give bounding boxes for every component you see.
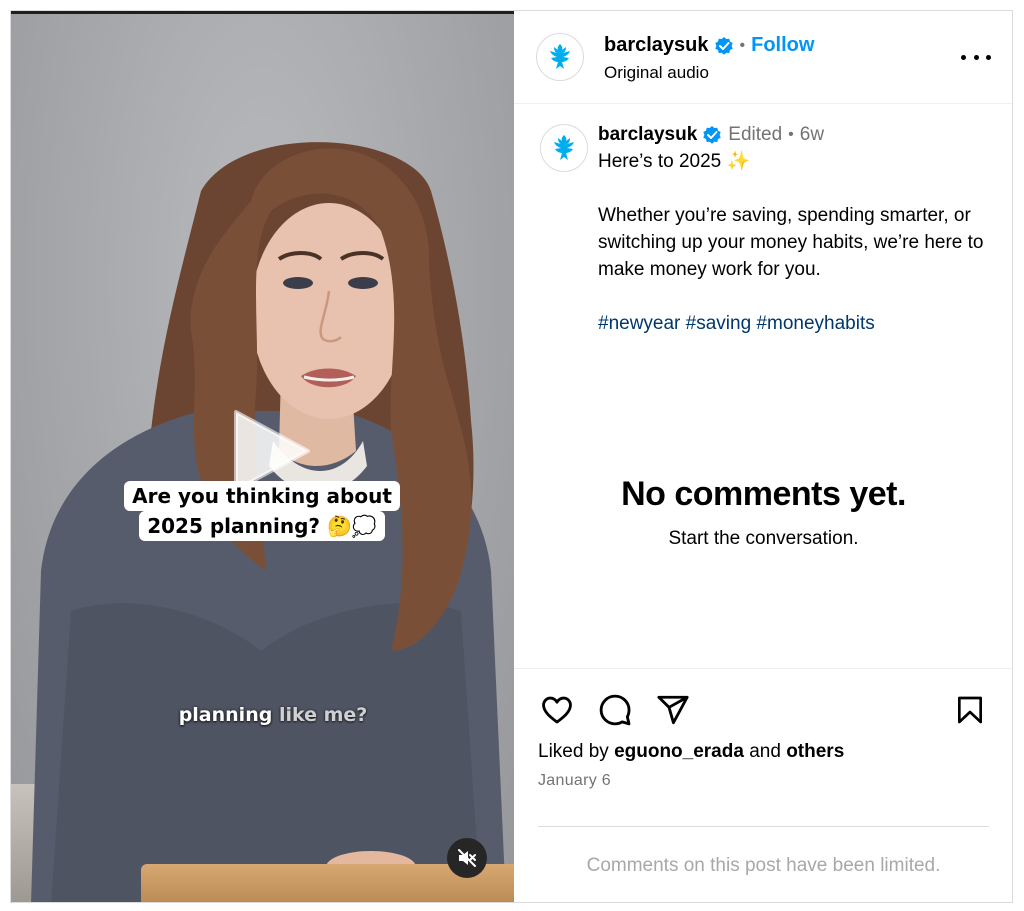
post-age[interactable]: 6w <box>800 121 824 148</box>
liked-by-prefix: Liked by <box>538 741 609 762</box>
caption-paragraph: Whether you’re saving, spending smarter,… <box>598 205 984 280</box>
video-player[interactable]: Are you thinking about 2025 planning? 🤔💭… <box>11 11 514 902</box>
post-dialog: Are you thinking about 2025 planning? 🤔💭… <box>10 10 1013 903</box>
video-overlay-caption: Are you thinking about 2025 planning? 🤔💭 <box>122 481 402 541</box>
edited-label: Edited <box>728 124 783 145</box>
post-actions: Liked by eguono_erada and others January… <box>514 668 1012 902</box>
share-icon[interactable] <box>654 691 692 729</box>
subtitle-word-active: planning <box>178 704 273 726</box>
separator-dot: • <box>788 126 794 143</box>
caption-username[interactable]: barclaysuk <box>598 121 697 148</box>
post-date[interactable]: January 6 <box>538 772 611 790</box>
liked-by-user-link[interactable]: eguono_erada <box>614 741 744 762</box>
original-audio-link[interactable]: Original audio <box>604 63 709 83</box>
hashtags-link[interactable]: #newyear #saving #moneyhabits <box>598 310 993 337</box>
header-username[interactable]: barclaysuk <box>604 34 709 57</box>
liked-by-and: and <box>749 741 781 762</box>
follow-button[interactable]: Follow <box>751 34 814 57</box>
comment-icon[interactable] <box>596 691 634 729</box>
video-subtitle: planning like me? <box>163 704 383 726</box>
divider <box>538 826 989 827</box>
overlay-caption-line1: Are you thinking about <box>124 481 400 511</box>
bookmark-icon[interactable] <box>951 691 989 729</box>
no-comments-title: No comments yet. <box>621 475 906 513</box>
mute-button[interactable] <box>447 838 487 878</box>
verified-badge-icon <box>702 125 722 145</box>
liked-by-others-link[interactable]: others <box>786 741 844 762</box>
speaker-muted-icon <box>458 849 476 867</box>
subtitle-word-pending: like me? <box>278 704 368 726</box>
caption-line: Here’s to 2025 ✨ <box>598 151 751 172</box>
heart-icon[interactable] <box>538 691 576 729</box>
likes-summary: Liked by eguono_erada and others <box>538 741 844 763</box>
overlay-caption-line2: 2025 planning? 🤔💭 <box>139 511 385 541</box>
barclays-eagle-logo <box>550 44 570 69</box>
barclays-eagle-logo <box>554 135 574 160</box>
separator-dot: • <box>739 36 746 54</box>
avatar[interactable] <box>540 124 588 172</box>
post-header: barclaysuk • Follow Original audio <box>514 11 1012 104</box>
no-comments-subtitle: Start the conversation. <box>668 528 859 549</box>
avatar[interactable] <box>536 33 584 81</box>
verified-badge-icon <box>714 36 734 56</box>
no-comments-placeholder: No comments yet. Start the conversation. <box>514 475 1012 550</box>
post-sidebar: barclaysuk • Follow Original audio barcl… <box>514 11 1012 902</box>
comments-limited-notice: Comments on this post have been limited. <box>586 855 941 876</box>
more-options-icon[interactable] <box>961 47 991 67</box>
